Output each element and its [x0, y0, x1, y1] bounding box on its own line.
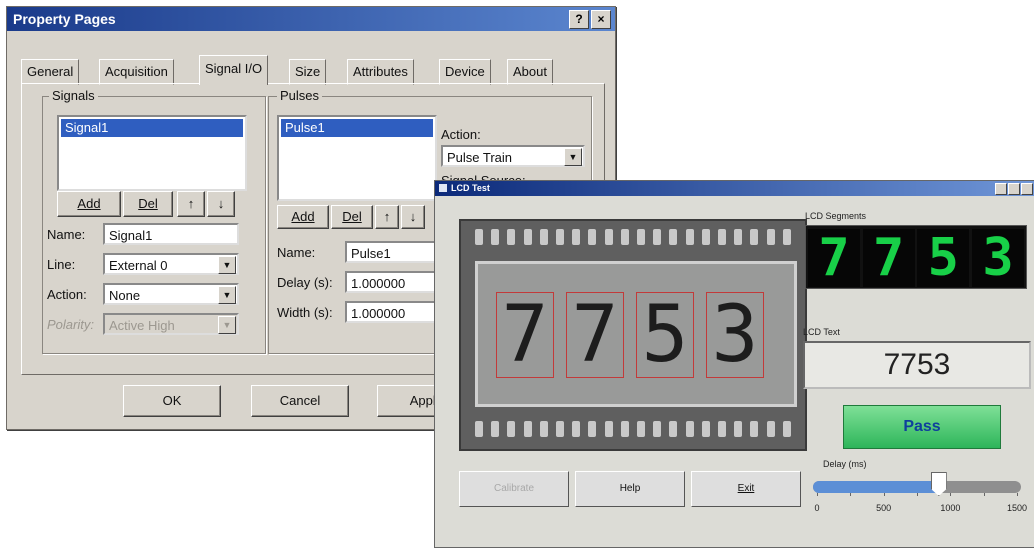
photo-digit: 7: [566, 292, 624, 378]
pulse-action-label: Action:: [441, 127, 481, 142]
photo-digit: 7: [496, 292, 554, 378]
tab-about[interactable]: About: [507, 59, 553, 85]
line-value: External 0: [109, 258, 168, 273]
pulse-up-arrow-icon[interactable]: ↑: [375, 205, 399, 229]
lcd-camera-image: 7 7 5 3: [459, 219, 807, 451]
slider-tick: [883, 493, 885, 496]
segment-digit: 7: [862, 229, 915, 287]
list-item[interactable]: Pulse1: [281, 119, 433, 137]
calibrate-button: Calibrate: [459, 471, 569, 507]
list-item[interactable]: Signal1: [61, 119, 243, 137]
add-signal-label: Add: [77, 196, 101, 211]
close-icon[interactable]: ×: [591, 10, 611, 29]
delay-slider-fill: [813, 481, 938, 493]
tab-general[interactable]: General: [21, 59, 80, 85]
chevron-down-icon: ▼: [218, 316, 236, 334]
slider-tick-label: 1500: [1006, 503, 1028, 513]
polarity-select: Active High ▼: [103, 313, 239, 335]
delete-pulse-button[interactable]: Del: [331, 205, 373, 229]
width-label: Width (s):: [277, 305, 333, 320]
top-pins: [475, 229, 791, 247]
slider-tick-label: 1000: [940, 503, 961, 513]
polarity-label: Polarity:: [47, 317, 94, 332]
width-field[interactable]: 1.000000: [345, 301, 441, 323]
chevron-down-icon[interactable]: ▼: [564, 148, 582, 166]
chevron-down-icon[interactable]: ▼: [218, 286, 236, 304]
segment-digit: 3: [971, 229, 1024, 287]
close-icon[interactable]: [1021, 183, 1033, 195]
lcd-window-title: LCD Test: [451, 183, 490, 193]
delete-signal-label: Del: [138, 196, 158, 211]
exit-button[interactable]: Exit: [691, 471, 801, 507]
lcd-segments-label: LCD Segments: [805, 211, 867, 221]
pulses-group-label: Pulses: [277, 88, 323, 103]
pulse-name-field[interactable]: Pulse1: [345, 241, 441, 263]
cancel-button[interactable]: Cancel: [251, 385, 349, 417]
pulse-name-label: Name:: [277, 245, 316, 260]
signal-name-field[interactable]: Signal1: [103, 223, 239, 245]
move-up-arrow-icon[interactable]: ↑: [177, 191, 205, 217]
signal-action-value: None: [109, 288, 141, 303]
photo-digit: 3: [706, 292, 764, 378]
signal-name-label: Name:: [47, 227, 86, 242]
dialog-title: Property Pages: [13, 11, 116, 27]
lcd-segments-display: 7 7 5 3: [805, 225, 1027, 289]
tab-size[interactable]: Size: [289, 59, 327, 85]
delay-label: Delay (s):: [277, 275, 333, 290]
delete-signal-button[interactable]: Del: [123, 191, 173, 217]
chevron-down-icon[interactable]: ▼: [218, 256, 236, 274]
lcd-text-label: LCD Text: [803, 327, 840, 337]
lcd-text-value: 7753: [803, 341, 1031, 389]
pulse-action-select[interactable]: Pulse Train ▼: [441, 145, 585, 167]
pulses-list[interactable]: Pulse1: [277, 115, 437, 201]
ok-button[interactable]: OK: [123, 385, 221, 417]
signals-group: Signals Signal1 Add Del ↑ ↓ Name: Signal…: [42, 88, 266, 354]
add-signal-button[interactable]: Add: [57, 191, 121, 217]
pulse-action-value: Pulse Train: [447, 150, 513, 165]
slider-tick: [850, 493, 852, 496]
polarity-value: Active High: [109, 318, 175, 333]
signal-action-label: Action:: [47, 287, 87, 302]
slider-tick-label: 0: [814, 503, 820, 513]
window-icon: [439, 184, 447, 192]
segment-digit: 7: [808, 229, 860, 287]
line-label: Line:: [47, 257, 76, 272]
pass-indicator: Pass: [843, 405, 1001, 449]
line-select[interactable]: External 0 ▼: [103, 253, 239, 275]
add-pulse-label: Add: [291, 209, 315, 224]
tab-device[interactable]: Device: [439, 59, 491, 85]
exit-button-label: Exit: [737, 483, 755, 494]
pulse-down-arrow-icon[interactable]: ↓: [401, 205, 425, 229]
help-icon[interactable]: ?: [569, 10, 589, 29]
lcd-titlebar: LCD Test: [435, 181, 1034, 196]
dialog-titlebar: Property Pages ? ×: [7, 7, 615, 31]
bottom-pins: [475, 421, 791, 439]
minimize-icon[interactable]: [995, 183, 1007, 195]
slider-tick-label: 500: [876, 503, 892, 513]
signal-action-select[interactable]: None ▼: [103, 283, 239, 305]
tab-acquisition[interactable]: Acquisition: [99, 59, 174, 85]
photo-digit: 5: [636, 292, 694, 378]
tab-attributes[interactable]: Attributes: [347, 59, 414, 85]
slider-tick: [817, 493, 818, 496]
delay-slider[interactable]: [813, 472, 1021, 496]
help-button[interactable]: Help: [575, 471, 685, 507]
slider-tick: [917, 493, 918, 496]
slider-tick: [1017, 493, 1018, 496]
signals-group-label: Signals: [49, 88, 98, 103]
signals-list[interactable]: Signal1: [57, 115, 247, 191]
slider-tick: [983, 493, 985, 496]
move-down-arrow-icon[interactable]: ↓: [207, 191, 235, 217]
lcd-glass: 7 7 5 3: [475, 261, 797, 407]
delay-slider-label: Delay (ms): [823, 459, 867, 469]
tab-signal-io[interactable]: Signal I/O: [199, 55, 269, 85]
maximize-icon[interactable]: [1008, 183, 1020, 195]
delay-field[interactable]: 1.000000: [345, 271, 441, 293]
delete-pulse-label: Del: [342, 209, 362, 224]
add-pulse-button[interactable]: Add: [277, 205, 329, 229]
slider-tick: [950, 493, 952, 496]
lcd-test-window: LCD Test 7 7 5 3 LCD Segments 7 7 5 3 LC…: [434, 180, 1034, 548]
segment-digit: 5: [917, 229, 970, 287]
